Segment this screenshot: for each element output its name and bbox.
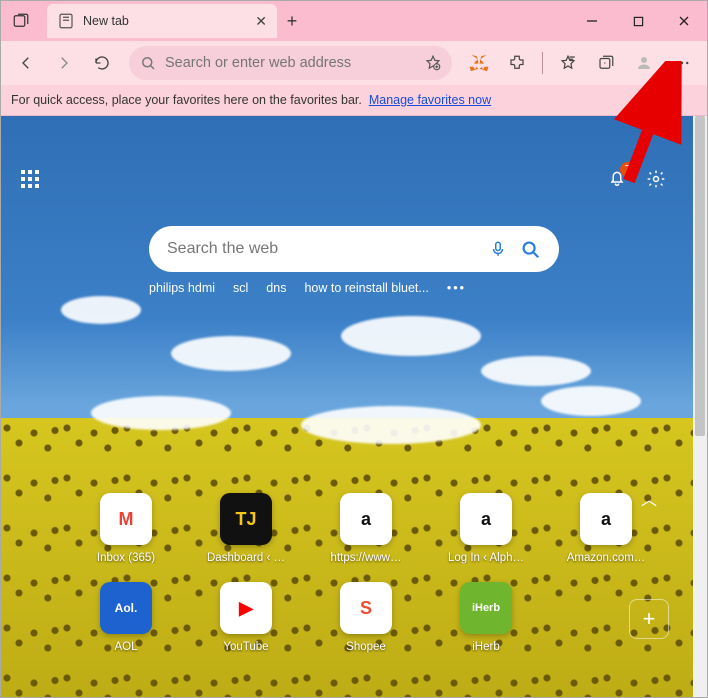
quick-link-iherb[interactable]: iHerbiHerb xyxy=(448,582,524,653)
tile-label: AOL xyxy=(80,641,172,653)
scrollbar-thumb[interactable] xyxy=(695,116,705,436)
quick-link-shopee[interactable]: SShopee xyxy=(328,582,404,653)
web-search-box[interactable]: Search the web xyxy=(149,226,559,272)
profile-button[interactable] xyxy=(627,46,661,80)
apps-grid-button[interactable] xyxy=(21,170,39,188)
favorite-star-icon[interactable] xyxy=(424,54,442,72)
notifications-button[interactable]: 7 xyxy=(607,167,627,192)
quick-link-aol[interactable]: Aol.AOL xyxy=(88,582,164,653)
tile-icon: M xyxy=(100,493,152,545)
quick-link-gmail[interactable]: MInbox (365) xyxy=(88,493,164,564)
tile-icon: ▶ xyxy=(220,582,272,634)
trending-row: philips hdmi scl dns how to reinstall bl… xyxy=(149,281,559,295)
collections-button[interactable] xyxy=(589,46,623,80)
tile-label: iHerb xyxy=(440,641,532,653)
mic-icon[interactable] xyxy=(489,238,507,260)
add-tile-button[interactable]: + xyxy=(629,599,669,639)
window-close-button[interactable] xyxy=(661,1,707,41)
quick-link-a1[interactable]: ahttps://www… xyxy=(328,493,404,564)
tile-label: Dashboard ‹ … xyxy=(200,552,292,564)
trend-item[interactable]: how to reinstall bluet... xyxy=(304,281,428,295)
tab-page-icon xyxy=(57,12,75,30)
tile-icon: TJ xyxy=(220,493,272,545)
new-tab-page: 7 Search the web philips hdmi scl dns ho… xyxy=(1,116,707,697)
toolbar xyxy=(1,41,707,85)
address-input[interactable] xyxy=(165,55,416,71)
tile-icon: a xyxy=(580,493,632,545)
window-minimize-button[interactable] xyxy=(569,1,615,41)
tile-label: Shopee xyxy=(320,641,412,653)
tile-label: YouTube xyxy=(200,641,292,653)
tab-actions-button[interactable] xyxy=(1,1,41,41)
tile-label: Amazon.com… xyxy=(560,552,652,564)
tile-icon: Aol. xyxy=(100,582,152,634)
gear-icon xyxy=(646,169,666,189)
extensions-button[interactable] xyxy=(500,46,534,80)
tab-active[interactable]: New tab ✕ xyxy=(47,4,277,38)
tab-close-icon[interactable]: ✕ xyxy=(255,13,267,30)
trend-item[interactable]: philips hdmi xyxy=(149,281,215,295)
web-search-placeholder: Search the web xyxy=(167,240,477,258)
trend-item[interactable]: dns xyxy=(266,281,286,295)
tile-label: Log In ‹ Alph… xyxy=(440,552,532,564)
tile-icon: iHerb xyxy=(460,582,512,634)
back-button[interactable] xyxy=(9,46,43,80)
titlebar: New tab ✕ + xyxy=(1,1,707,41)
address-bar[interactable] xyxy=(129,46,452,80)
browser-window: New tab ✕ + For quick access, place your… xyxy=(0,0,708,698)
settings-more-button[interactable] xyxy=(665,46,699,80)
tile-icon: S xyxy=(340,582,392,634)
tab-label: New tab xyxy=(83,14,247,28)
forward-button[interactable] xyxy=(47,46,81,80)
ntp-top-bar: 7 xyxy=(1,162,693,196)
quick-link-amazon[interactable]: aAmazon.com… xyxy=(568,493,644,564)
tile-label: https://www… xyxy=(320,552,412,564)
favorites-bar-message: For quick access, place your favorites h… xyxy=(1,85,707,116)
scrollbar[interactable] xyxy=(693,116,707,697)
search-icon xyxy=(139,54,157,72)
window-maximize-button[interactable] xyxy=(615,1,661,41)
favorites-button[interactable] xyxy=(551,46,585,80)
favorites-bar-text: For quick access, place your favorites h… xyxy=(11,93,362,107)
quick-link-a2[interactable]: aLog In ‹ Alph… xyxy=(448,493,524,564)
notifications-badge: 7 xyxy=(620,162,635,177)
new-tab-button[interactable]: + xyxy=(277,11,307,32)
trend-item[interactable]: scl xyxy=(233,281,248,295)
search-icon[interactable] xyxy=(519,238,541,260)
refresh-button[interactable] xyxy=(85,46,119,80)
quick-links: MInbox (365)TJDashboard ‹ …ahttps://www…… xyxy=(74,493,634,671)
tile-label: Inbox (365) xyxy=(80,552,172,564)
tile-icon: a xyxy=(340,493,392,545)
toolbar-separator xyxy=(542,52,543,74)
tile-icon: a xyxy=(460,493,512,545)
trend-more-icon[interactable]: ••• xyxy=(447,281,466,295)
page-settings-button[interactable] xyxy=(639,162,673,196)
quick-link-tj[interactable]: TJDashboard ‹ … xyxy=(208,493,284,564)
manage-favorites-link[interactable]: Manage favorites now xyxy=(369,93,491,107)
quick-link-youtube[interactable]: ▶YouTube xyxy=(208,582,284,653)
extension-metamask-icon[interactable] xyxy=(462,46,496,80)
